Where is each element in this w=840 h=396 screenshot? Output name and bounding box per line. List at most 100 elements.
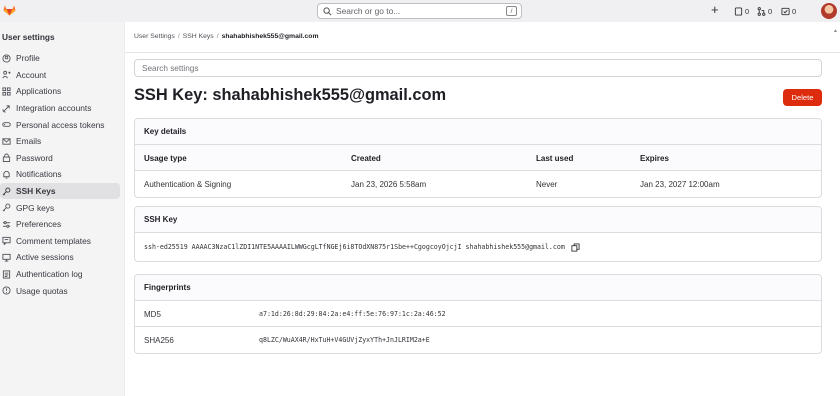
fingerprints-card: Fingerprints MD5 a7:1d:26:8d:29:84:2a:e4… xyxy=(134,274,822,354)
sidebar-item-gpg-keys[interactable]: GPG keys xyxy=(0,199,120,216)
sidebar-item-active-sessions[interactable]: Active sessions xyxy=(0,249,120,266)
breadcrumb-user-settings[interactable]: User Settings xyxy=(134,33,175,40)
breadcrumb-current[interactable]: shahabhishek555@gmail.com xyxy=(222,33,319,40)
email-icon xyxy=(1,136,11,146)
merge-requests-count: 0 xyxy=(768,6,773,16)
quota-icon xyxy=(1,286,11,296)
search-icon xyxy=(323,6,332,15)
account-icon xyxy=(1,70,11,80)
fingerprint-label-md5: MD5 xyxy=(144,309,161,319)
settings-search-input[interactable]: Search settings xyxy=(134,59,822,77)
header-divider xyxy=(125,52,840,53)
user-avatar[interactable] xyxy=(821,3,837,19)
breadcrumb: User Settings / SSH Keys / shahabhishek555@g… xyxy=(134,33,319,40)
sidebar-item-label: SSH Keys xyxy=(16,186,56,197)
sidebar-item-label: Notifications xyxy=(16,169,62,180)
ssh-key-row: ssh-ed25519 AAAAC3NzaC1lZDI1NTE5AAAAILWW… xyxy=(135,233,821,261)
monitor-icon xyxy=(1,252,11,262)
preferences-icon xyxy=(1,219,11,229)
ssh-key-value-wrap: ssh-ed25519 AAAAC3NzaC1lZDI1NTE5AAAAILWW… xyxy=(144,233,580,261)
sidebar-item-account[interactable]: Account xyxy=(0,67,120,84)
sidebar-item-applications[interactable]: Applications xyxy=(0,83,120,100)
global-search-input[interactable]: Search or go to... / xyxy=(317,3,522,19)
token-icon xyxy=(1,120,11,130)
settings-search-placeholder: Search settings xyxy=(142,63,199,73)
merge-requests-button[interactable]: 0 xyxy=(757,4,772,18)
fingerprint-value-sha256: q8LZC/WuAX4R/HxTuH+V4GUVjZyxYTh+JnJLRIM2… xyxy=(259,336,430,344)
sidebar-item-label: Password xyxy=(16,152,53,163)
sidebar-item-label: Usage quotas xyxy=(16,285,68,296)
todos-button[interactable]: 0 xyxy=(781,4,796,18)
plus-icon: + xyxy=(711,1,719,17)
delete-button[interactable]: Delete xyxy=(783,89,822,106)
sidebar-item-emails[interactable]: Emails xyxy=(0,133,120,150)
sidebar-item-label: GPG keys xyxy=(16,202,55,213)
table-row: Authentication & Signing Jan 23, 2026 5:… xyxy=(135,171,821,197)
sidebar-item-personal-access-tokens[interactable]: Personal access tokens xyxy=(0,116,120,133)
log-icon xyxy=(1,269,11,279)
sidebar-item-label: Personal access tokens xyxy=(16,119,105,130)
ssh-key-heading: SSH Key xyxy=(135,207,821,233)
sidebar-item-label: Integration accounts xyxy=(16,103,92,114)
column-header-expires: Expires xyxy=(640,153,669,163)
issues-count: 0 xyxy=(745,6,750,16)
copy-icon[interactable] xyxy=(571,242,580,252)
expires-value: Jan 23, 2027 12:00am xyxy=(640,179,720,189)
last-used-value: Never xyxy=(536,179,558,189)
sidebar-title: User settings xyxy=(2,32,55,42)
ssh-key-card: SSH Key ssh-ed25519 AAAAC3NzaC1lZDI1NTE5… xyxy=(134,206,822,262)
breadcrumb-separator: / xyxy=(216,33,219,40)
column-header-usage-type: Usage type xyxy=(144,153,187,163)
todo-icon xyxy=(781,7,790,15)
sidebar-item-preferences[interactable]: Preferences xyxy=(0,216,120,233)
breadcrumb-ssh-keys[interactable]: SSH Keys xyxy=(183,33,214,40)
sidebar-item-label: Profile xyxy=(16,53,40,64)
sidebar-item-label: Applications xyxy=(16,86,62,97)
sidebar-item-label: Active sessions xyxy=(16,252,74,263)
top-bar: Search or go to... / + 0 0 0 xyxy=(0,0,840,22)
key-details-header-row: Usage type Created Last used Expires xyxy=(135,145,821,171)
search-shortcut-badge: / xyxy=(506,6,517,16)
create-new-button[interactable]: + xyxy=(711,1,719,17)
bell-icon xyxy=(1,169,11,179)
key-details-card: Key details Usage type Created Last used… xyxy=(134,118,822,198)
sidebar-item-comment-templates[interactable]: Comment templates xyxy=(0,233,120,250)
sidebar-item-password[interactable]: Password xyxy=(0,150,120,167)
sidebar-item-authentication-log[interactable]: Authentication log xyxy=(0,266,120,283)
sidebar-item-label: Comment templates xyxy=(16,235,91,246)
merge-request-icon xyxy=(757,6,766,16)
integration-icon xyxy=(1,103,11,113)
search-placeholder: Search or go to... xyxy=(336,6,401,16)
column-header-created: Created xyxy=(351,153,381,163)
sidebar-item-ssh-keys[interactable]: SSH Keys xyxy=(0,182,120,200)
scrollbar-up-arrow-icon[interactable]: ▲ xyxy=(833,28,838,34)
breadcrumb-separator: / xyxy=(177,33,180,40)
gitlab-logo-icon[interactable] xyxy=(3,4,16,16)
applications-icon xyxy=(1,86,11,96)
ssh-key-value: ssh-ed25519 AAAAC3NzaC1lZDI1NTE5AAAAILWW… xyxy=(144,243,565,251)
todos-count: 0 xyxy=(792,6,797,16)
key-details-heading: Key details xyxy=(135,119,821,145)
sidebar-item-label: Authentication log xyxy=(16,269,83,280)
profile-icon xyxy=(1,53,11,63)
usage-type-value: Authentication & Signing xyxy=(144,179,232,189)
sidebar-item-profile[interactable]: Profile xyxy=(0,50,120,67)
table-row: SHA256 q8LZC/WuAX4R/HxTuH+V4GUVjZyxYTh+J… xyxy=(135,327,821,353)
sidebar: User settings Profile Account Applicatio… xyxy=(0,22,125,396)
sidebar-item-notifications[interactable]: Notifications xyxy=(0,166,120,183)
sidebar-item-label: Emails xyxy=(16,136,42,147)
sidebar-item-label: Account xyxy=(16,69,47,80)
sidebar-item-usage-quotas[interactable]: Usage quotas xyxy=(0,282,120,299)
comment-icon xyxy=(1,236,11,246)
page-title: SSH Key: shahabhishek555@gmail.com xyxy=(134,86,447,104)
sidebar-item-integration-accounts[interactable]: Integration accounts xyxy=(0,100,120,117)
sidebar-nav: Profile Account Applications Integration… xyxy=(0,50,125,299)
fingerprint-label-sha256: SHA256 xyxy=(144,335,174,345)
created-value: Jan 23, 2026 5:58am xyxy=(351,179,427,189)
table-row: MD5 a7:1d:26:8d:29:84:2a:e4:ff:5e:76:97:… xyxy=(135,301,821,327)
sidebar-item-label: Preferences xyxy=(16,219,62,230)
issues-icon xyxy=(734,6,743,16)
fingerprints-heading: Fingerprints xyxy=(135,275,821,301)
issues-button[interactable]: 0 xyxy=(734,4,749,18)
main-content: User Settings / SSH Keys / shahabhishek555@g… xyxy=(125,22,840,396)
